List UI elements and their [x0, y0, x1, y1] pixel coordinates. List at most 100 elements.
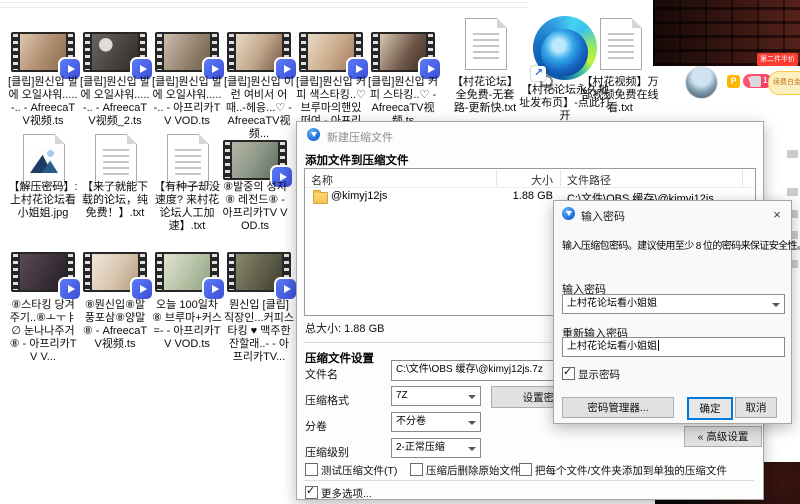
- icon-label: 【村花论坛】全免费-无套路-更新快.txt: [449, 76, 521, 115]
- text-file-icon: [465, 18, 507, 70]
- format-label: 压缩格式: [305, 392, 349, 408]
- icon-label: ⑧발중의 성지⑧ 레전드⑧ - 아프리카TV VOD.ts: [220, 181, 290, 233]
- ok-button[interactable]: 确定: [687, 397, 733, 420]
- video-file-icon: [83, 252, 147, 292]
- new-archive-titlebar[interactable]: 新建压缩文件: [297, 122, 763, 147]
- column-name[interactable]: 名称: [311, 172, 333, 188]
- column-path[interactable]: 文件路径: [567, 172, 611, 188]
- icon-label: 【来了就能下载的论坛，纯免费！】.txt: [80, 181, 150, 220]
- icon-label: [클립]뭔신입 이런 여비서 어때..-헤응...♡ - AfreecaTV视频…: [224, 76, 294, 141]
- column-divider[interactable]: [742, 170, 743, 186]
- filmstrip-holes: [85, 34, 90, 70]
- section-add-files: 添加文件到压缩文件: [305, 152, 409, 168]
- text-lines: [175, 149, 201, 177]
- test-archive-checkbox[interactable]: [305, 463, 318, 476]
- text-lines: [103, 149, 129, 177]
- volume-value: 不分卷: [396, 416, 426, 427]
- password-dialog-icon: [562, 207, 575, 220]
- more-options-label: 更多选项...: [321, 486, 372, 501]
- volume-label: 分卷: [305, 418, 327, 434]
- chevron-down-icon: [468, 395, 476, 399]
- text-caret: [658, 340, 659, 351]
- column-size[interactable]: 大小: [500, 172, 553, 188]
- image-art: [30, 147, 58, 173]
- level-label: 压缩级别: [305, 444, 349, 460]
- icon-label: ⑧뭔신입⑧말풍포삼⑧양말⑧ - AfreecaTV视频.ts: [80, 299, 150, 351]
- confirm-password-value: 上村花论坛看小姐姐: [567, 341, 657, 352]
- password-hint-text: 输入压缩包密码。建议使用至少 8 位的密码来保证安全性。: [562, 237, 800, 252]
- password-value: 上村花论坛看小姐姐: [567, 298, 657, 309]
- dialog-title: 新建压缩文件: [327, 129, 393, 145]
- cancel-button[interactable]: 取消: [735, 397, 777, 418]
- confirm-password-input[interactable]: 上村花论坛看小姐姐: [562, 337, 785, 357]
- show-password-checkbox[interactable]: [562, 367, 575, 380]
- chevron-down-icon: [772, 303, 780, 307]
- image-file-icon: [23, 134, 65, 186]
- close-icon[interactable]: ×: [769, 207, 785, 222]
- file-name: @kimyj12js: [331, 190, 387, 202]
- section-archive-settings: 压缩文件设置: [305, 350, 374, 366]
- filename-label: 文件名: [305, 366, 338, 382]
- video-file-icon: [11, 252, 75, 292]
- password-input[interactable]: 上村花论坛看小姐姐: [562, 294, 785, 314]
- filmstrip-holes: [13, 34, 18, 70]
- filmstrip-holes: [85, 254, 90, 290]
- password-manager-button[interactable]: 密码管理器...: [562, 397, 674, 418]
- password-titlebar[interactable]: 输入密码 ×: [554, 201, 791, 226]
- separate-archive-checkbox[interactable]: [519, 463, 532, 476]
- separate-archive-label: 把每个文件/文件夹添加到单独的压缩文件: [535, 463, 727, 478]
- icon-label: 【解压密码】: 上村花论坛看小姐姐.jpg: [8, 181, 78, 220]
- dialog-title: 输入密码: [581, 208, 625, 224]
- video-file-icon: [227, 252, 291, 292]
- delete-after-checkbox[interactable]: [410, 463, 423, 476]
- filmstrip-holes: [229, 254, 234, 290]
- test-archive-label: 测试压缩文件(T): [321, 463, 397, 478]
- video-file-icon: [155, 252, 219, 292]
- filmstrip-holes: [373, 34, 378, 70]
- list-header[interactable]: 名称 大小 文件路径: [305, 169, 755, 188]
- icon-label: 뭔신입 [클립] 직장인...커피스타킹 ♥ 맥주한잔할래..- - 아프리카T…: [224, 299, 294, 364]
- filmstrip-holes: [229, 34, 234, 70]
- desktop-root: { "desktop": { "rows": [ [ {"kind":"vide…: [0, 0, 800, 504]
- level-select[interactable]: 2-正常压缩: [391, 438, 481, 458]
- column-divider[interactable]: [560, 170, 561, 186]
- column-divider[interactable]: [496, 170, 497, 186]
- video-file-icon: [223, 140, 287, 180]
- text-lines: [473, 33, 499, 61]
- archive-app-icon: [307, 128, 320, 141]
- text-lines: [608, 33, 634, 61]
- video-file-icon: [227, 32, 291, 72]
- text-file-icon: [600, 18, 642, 70]
- show-password-label: 显示密码: [578, 367, 620, 382]
- text-file-icon: [167, 134, 209, 186]
- volume-select[interactable]: 不分卷: [391, 412, 481, 432]
- play-badge-icon: [60, 279, 80, 299]
- filmstrip-holes: [157, 34, 162, 70]
- icon-label: 【村花视频】万部视频免费在线看.txt: [578, 76, 662, 115]
- level-value: 2-正常压缩: [396, 442, 445, 453]
- icon-label: [클립]뭔신입 발에 오일샤워.....-.. - AfreecaTV视频.ts: [8, 76, 78, 128]
- icon-label: ⑧스타킹 당겨주기..⑧ㅗㅜㅑ∅ 눈나나주거⑧ - 아프리카TV V...: [8, 299, 78, 364]
- text-file-icon: [95, 134, 137, 186]
- play-badge-icon: [276, 279, 296, 299]
- filmstrip-holes: [301, 34, 306, 70]
- total-size-label: 总大小: 1.88 GB: [305, 320, 384, 336]
- file-size: 1.88 GB: [485, 190, 553, 202]
- format-value: 7Z: [396, 390, 408, 401]
- icon-label: 오늘 100일차⑧ 브루마+커스=- - 아프리카TV VOD.ts: [152, 299, 222, 351]
- filmstrip-holes: [225, 142, 230, 178]
- play-badge-icon: [204, 279, 224, 299]
- video-file-icon: [83, 32, 147, 72]
- icon-label: [클립]뭔신입 발에 오일샤워.....-.. - 아프리카TV VOD.ts: [152, 76, 222, 128]
- format-select[interactable]: 7Z: [391, 386, 481, 406]
- advanced-settings-button[interactable]: « 高级设置: [684, 426, 762, 447]
- icon-label: [클립]뭔신입 발에 오일샤워.....-.. - AfreecaTV视频_2.…: [80, 76, 150, 128]
- more-options-checkbox[interactable]: [305, 486, 318, 499]
- video-file-icon: [371, 32, 435, 72]
- shortcut-arrow-icon: ↗: [531, 66, 546, 81]
- password-dialog: 输入密码 × 输入压缩包密码。建议使用至少 8 位的密码来保证安全性。 输入密码…: [553, 200, 792, 424]
- icon-label: 【有种子却没速度? 来村花论坛人工加速】.txt: [152, 181, 222, 233]
- chevron-down-icon: [468, 447, 476, 451]
- chevron-down-icon: [468, 421, 476, 425]
- delete-after-label: 压缩后删除原始文件: [426, 463, 521, 478]
